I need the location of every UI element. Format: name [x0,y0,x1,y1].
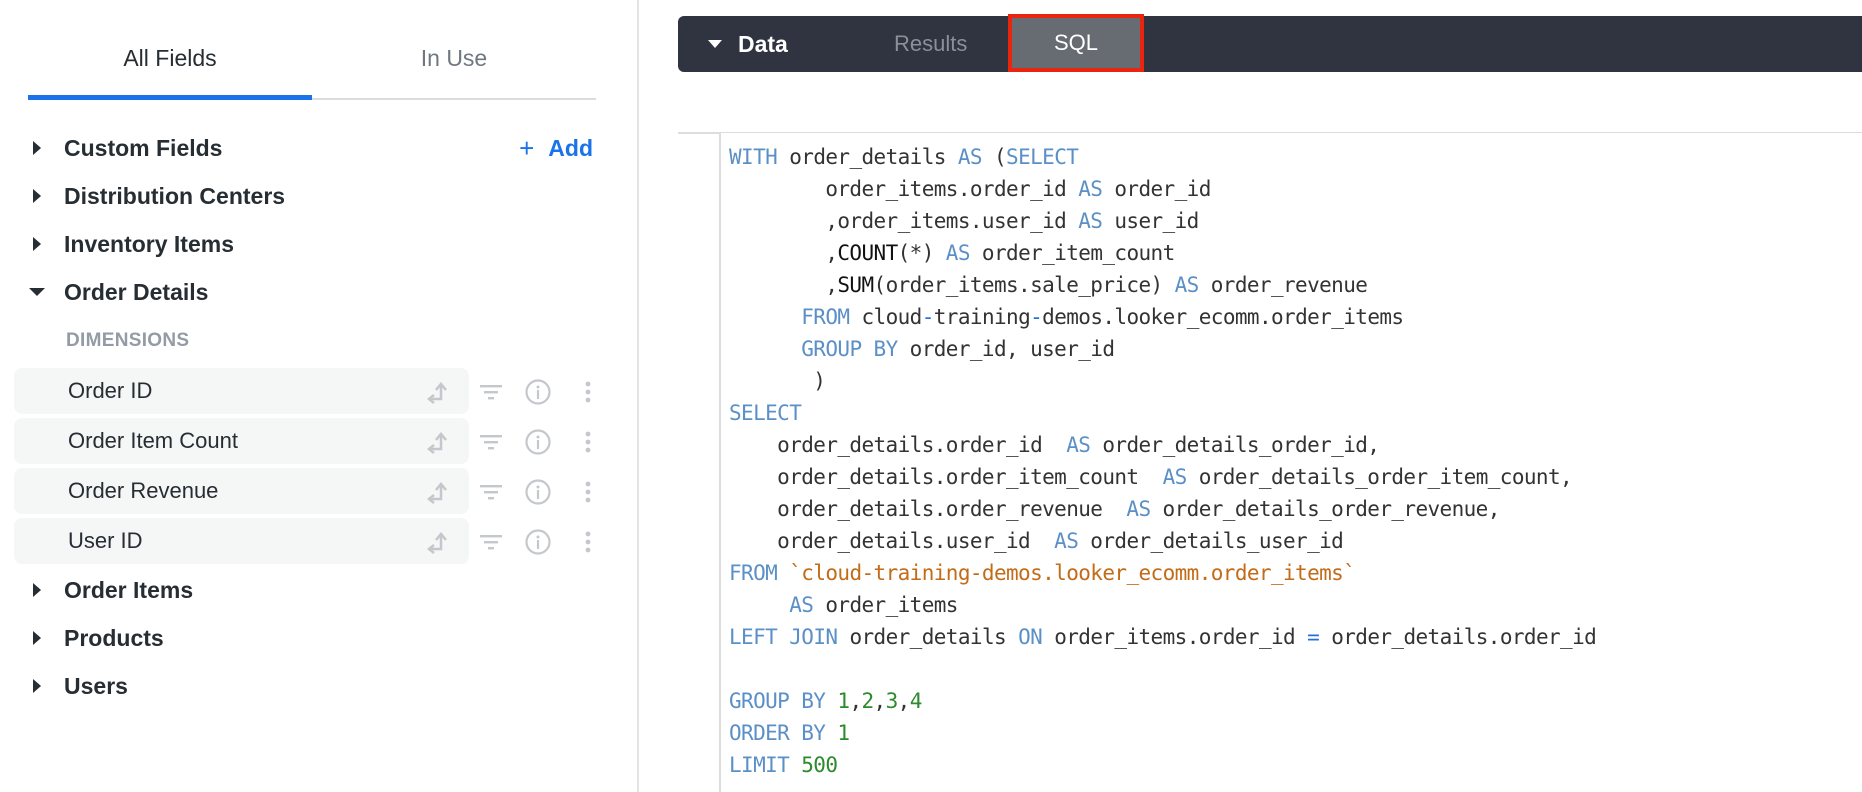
caret-down-icon [708,40,722,48]
field-label: Order ID [68,378,153,403]
more-vert-icon[interactable] [575,379,601,405]
group-products[interactable]: Products [0,614,637,662]
sql-line: GROUP BY order_id, user_id [801,337,1115,361]
info-icon[interactable] [525,529,551,555]
add-custom-field-button[interactable]: + Add [519,133,593,164]
group-inventory-items[interactable]: Inventory Items [0,220,637,268]
data-toolbar: Data Results SQL [678,14,1862,72]
dimension-field-row[interactable]: Order Revenue [0,466,637,516]
sql-line: ) [729,369,826,393]
sql-line: LIMIT 500 [729,753,838,777]
sql-line: order_details.user_id AS order_details_u… [729,529,1344,553]
dimension-field-row[interactable]: User ID [0,516,637,566]
field-label: Order Item Count [68,428,238,453]
sql-line: LEFT JOIN order_details ON order_items.o… [729,625,1597,649]
caret-right-icon [30,237,44,251]
sql-code: WITH order_details AS (SELECT order_item… [729,141,1597,781]
sql-line: ORDER BY 1 [729,721,850,745]
tab-sql[interactable]: SQL [1008,14,1144,72]
pivot-icon[interactable] [426,479,452,505]
data-section-toggle[interactable]: Data [708,16,788,72]
pivot-icon[interactable] [426,529,452,555]
group-order-details[interactable]: Order Details [0,268,637,316]
info-icon[interactable] [525,379,551,405]
more-vert-icon[interactable] [575,479,601,505]
group-label: Distribution Centers [64,182,286,209]
sql-editor[interactable]: WITH order_details AS (SELECT order_item… [719,133,1862,792]
group-label: Order Details [64,278,209,305]
group-custom-fields[interactable]: Custom Fields + Add [0,124,637,172]
sql-line: order_details.order_id AS order_details_… [729,433,1380,457]
sql-line: order_details.order_item_count AS order_… [729,465,1573,489]
dimension-list: Order ID Order Item Count Order Revenue Use… [0,366,637,566]
field-label: User ID [68,528,143,553]
sql-line: FROM cloud-training-demos.looker_ecomm.o… [801,305,1404,329]
sql-line: GROUP BY 1,2,3,4 [729,689,922,713]
caret-right-icon [30,679,44,693]
group-distribution-centers[interactable]: Distribution Centers [0,172,637,220]
info-icon[interactable] [525,479,551,505]
sql-line: AS order_items [789,593,958,617]
add-label: Add [548,134,593,161]
group-label: Inventory Items [64,230,234,257]
caret-right-icon [30,189,44,203]
group-label: Users [64,672,128,699]
data-label: Data [738,30,788,57]
group-label: Custom Fields [64,134,223,161]
group-users[interactable]: Users [0,662,637,710]
group-order-items[interactable]: Order Items [0,566,637,614]
sql-line [729,653,1596,685]
filter-icon[interactable] [478,479,504,505]
field-label: Order Revenue [68,478,219,503]
field-tree: Custom Fields + Add Distribution Centers… [0,124,637,710]
info-icon[interactable] [525,429,551,455]
caret-right-icon [30,631,44,645]
more-vert-icon[interactable] [575,529,601,555]
field-picker-tabs: All Fields In Use [28,24,596,100]
field-picker-panel: All Fields In Use Custom Fields + Add Di… [0,0,637,792]
tab-in-use[interactable]: In Use [312,24,596,98]
sql-line: SELECT [729,401,802,425]
caret-down-icon [29,285,45,299]
sql-line: ,COUNT(*) AS order_item_count [729,241,1175,265]
caret-right-icon [30,141,44,155]
panel-divider[interactable] [637,0,639,792]
pivot-icon[interactable] [426,429,452,455]
looker-explore: All Fields In Use Custom Fields + Add Di… [0,0,1862,792]
sql-line: ,SUM(order_items.sale_price) AS order_re… [729,273,1368,297]
filter-icon[interactable] [478,379,504,405]
filter-icon[interactable] [478,429,504,455]
sql-line: ,order_items.user_id AS user_id [729,209,1199,233]
tab-results[interactable]: Results [894,16,967,72]
dimension-field-row[interactable]: Order Item Count [0,416,637,466]
sql-line: order_details.order_revenue AS order_det… [729,497,1500,521]
pivot-icon[interactable] [426,379,452,405]
dimension-field-row[interactable]: Order ID [0,366,637,416]
dimensions-header: DIMENSIONS [66,330,190,351]
plus-icon: + [519,132,535,163]
group-label: Order Items [64,576,194,603]
sql-line: order_items.order_id AS order_id [729,177,1211,201]
tab-all-fields[interactable]: All Fields [28,24,312,100]
more-vert-icon[interactable] [575,429,601,455]
sql-line: WITH order_details AS (SELECT [729,145,1079,169]
filter-icon[interactable] [478,529,504,555]
group-label: Products [64,624,164,651]
sql-line: FROM `cloud-training-demos.looker_ecomm.… [729,561,1356,585]
caret-right-icon [30,583,44,597]
